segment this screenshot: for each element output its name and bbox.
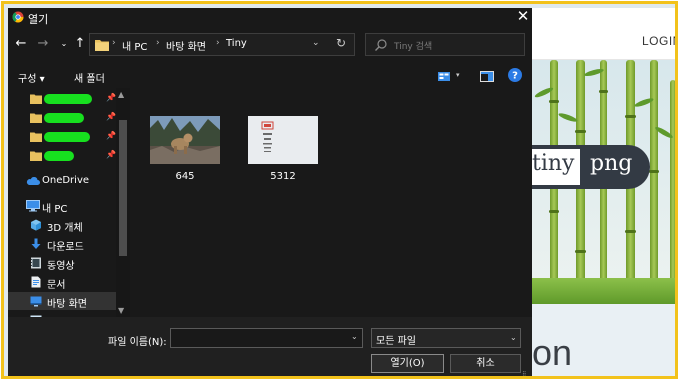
pin-icon[interactable]: 📌 [106,150,116,159]
view-options-chevron-icon[interactable]: ▾ [456,71,460,79]
preview-pane-icon[interactable] [480,71,494,82]
folder-icon [30,93,42,105]
new-folder-button[interactable]: 새 폴더 [74,70,105,85]
refresh-icon[interactable]: ↻ [336,36,346,50]
redaction-mark [44,113,84,123]
scroll-up-arrow-icon[interactable]: ▲ [118,90,124,99]
eye-chart-thumbnail [248,116,318,164]
dialog-title: 열기 [28,13,49,26]
sidebar-item-pinned-folder-3[interactable]: 📌 [8,128,116,146]
redaction-mark [44,151,74,161]
chrome-icon [12,11,24,23]
recent-locations-chevron-icon[interactable]: ⌄ [57,37,71,51]
folder-icon [30,112,42,124]
sidebar-item-pinned-folder-2[interactable]: 📌 [8,109,116,127]
close-button[interactable]: ✕ [514,8,532,26]
pin-icon[interactable]: 📌 [106,131,116,140]
sidebar-item-pinned-folder-4[interactable]: 📌 [8,147,116,165]
up-arrow-icon[interactable]: ↑ [73,37,87,51]
folder-icon [30,131,42,143]
open-button[interactable]: 열기(O) [371,354,444,373]
dialog-bottom-panel: 파일 이름(N): ⌄ 모든 파일 ⌄ 열기(O) 취소 ⠿ [8,317,532,376]
navigation-scrollbar[interactable]: ▲ ▼ [116,88,130,317]
filename-field[interactable]: ⌄ [170,328,363,348]
file-name: 5312 [270,171,296,182]
video-icon [30,257,42,269]
sidebar-item-pinned-folder-1[interactable]: 📌 [8,90,116,108]
resize-grip-icon[interactable]: ⠿ [522,371,526,376]
breadcrumb-separator: › [216,38,220,48]
computer-icon [26,200,40,212]
pin-icon[interactable]: 📌 [106,112,116,121]
dog-photo-thumbnail [150,116,220,164]
filename-label: 파일 이름(N): [108,337,167,348]
svg-text:?: ? [512,71,518,82]
organize-button[interactable]: 구성 ▾ [18,70,45,85]
navigation-pane: 📌 📌 📌 📌 OneDrive 내 PC 3D 개체 다운로드 동영상 문서 … [8,88,130,317]
download-icon [30,238,42,250]
cancel-button[interactable]: 취소 [450,354,521,373]
scroll-down-arrow-icon[interactable]: ▼ [118,306,124,315]
highlight-frame: LOGIN tiny png on 열기 ✕ ← → ⌄ ↑ › 내 PC › … [1,1,678,379]
filename-dropdown-chevron-icon[interactable]: ⌄ [351,332,358,341]
login-link[interactable]: LOGIN [642,34,675,48]
file-name: 645 [175,171,195,182]
breadcrumb-desktop[interactable]: 바탕 화면 [166,38,206,53]
search-input[interactable]: Tiny 검색 [365,33,525,56]
sidebar-item-documents[interactable]: 문서 [8,273,116,291]
file-item-645[interactable]: 645 [148,114,228,188]
logo-text-tiny: tiny [532,151,575,176]
cloud-icon [26,175,40,187]
background-website: LOGIN tiny png on [532,8,675,376]
address-dropdown-chevron-icon[interactable]: ⌄ [312,38,320,48]
sidebar-item-onedrive[interactable]: OneDrive [8,172,116,190]
sidebar-item-videos[interactable]: 동영상 [8,254,116,272]
file-type-value: 모든 파일 [376,336,416,347]
dialog-titlebar[interactable]: 열기 ✕ [8,8,532,28]
cube-icon [30,219,42,231]
folder-icon [30,150,42,162]
address-bar[interactable]: › 내 PC › 바탕 화면 › Tiny ⌄ ↻ [89,33,355,56]
back-arrow-icon[interactable]: ← [14,37,28,51]
file-type-select[interactable]: 모든 파일 ⌄ [371,328,521,348]
folder-icon [95,40,109,51]
sidebar-item-downloads[interactable]: 다운로드 [8,235,116,253]
search-placeholder: Tiny 검색 [394,42,433,52]
file-open-dialog: 열기 ✕ ← → ⌄ ↑ › 내 PC › 바탕 화면 › Tiny ⌄ ↻ T… [8,8,532,376]
redaction-mark [44,132,90,142]
grass-illustration [532,278,675,304]
forward-arrow-icon[interactable]: → [36,37,50,51]
desktop-icon [30,295,42,307]
scrollbar-thumb[interactable] [119,120,127,256]
file-type-chevron-icon[interactable]: ⌄ [510,333,517,342]
breadcrumb-my-pc[interactable]: 내 PC [122,38,147,53]
file-item-5312[interactable]: 5312 [246,114,326,188]
website-heading-fragment: on [532,332,573,373]
pin-icon[interactable]: 📌 [106,93,116,102]
breadcrumb-tiny[interactable]: Tiny [226,38,247,49]
search-icon [375,39,387,51]
sidebar-item-my-pc[interactable]: 내 PC [8,197,116,215]
sidebar-item-desktop[interactable]: 바탕 화면 [8,292,116,310]
view-options-icon[interactable] [438,72,450,81]
redaction-mark [44,94,92,104]
document-icon [30,276,42,288]
dialog-toolbar: 구성 ▾ 새 폴더 ▾ ? [8,64,532,88]
website-header: LOGIN [532,8,675,60]
sidebar-item-3d-objects[interactable]: 3D 개체 [8,216,116,234]
logo-text-png: png [590,151,633,176]
help-icon[interactable]: ? [508,68,522,82]
breadcrumb-separator: › [112,38,116,48]
file-list-area[interactable]: 645 5312 [130,88,532,317]
breadcrumb-separator: › [156,38,160,48]
